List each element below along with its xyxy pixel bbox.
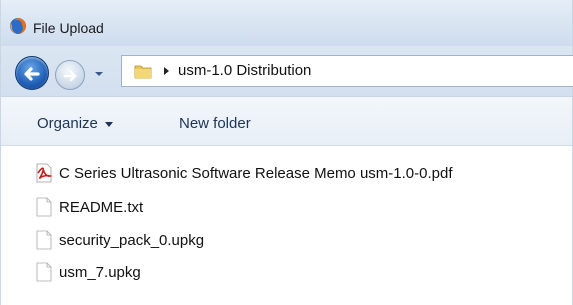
pdf-file-icon [36,163,53,183]
file-name: README.txt [59,198,144,216]
new-folder-button[interactable]: New folder [179,115,251,132]
folder-icon [134,65,152,79]
file-item[interactable]: security_pack_0.upkg [35,228,204,252]
file-name: security_pack_0.upkg [59,231,205,249]
recent-pages-dropdown-icon[interactable] [91,66,107,82]
organize-button[interactable]: Organize [37,115,114,132]
file-upload-dialog: File Upload usm-1.0 Distribution Organiz… [0,0,573,305]
file-name: C Series Ultrasonic Software Release Mem… [59,164,453,182]
generic-file-icon [36,262,52,282]
generic-file-icon [36,230,52,250]
organize-label: Organize [37,115,98,132]
text-file-icon [36,197,52,217]
window-title: File Upload [33,20,104,36]
breadcrumb-chevron-icon[interactable] [161,66,171,76]
back-arrow-icon [24,67,40,81]
firefox-icon [10,18,26,34]
file-name: usm_7.upkg [59,263,141,281]
back-button[interactable] [15,56,49,90]
file-item[interactable]: usm_7.upkg [35,260,141,284]
forward-arrow-icon [63,70,77,82]
breadcrumb-folder-label[interactable]: usm-1.0 Distribution [178,62,311,79]
file-item[interactable]: README.txt [35,195,143,219]
file-item[interactable]: C Series Ultrasonic Software Release Mem… [35,161,453,185]
forward-button[interactable] [55,60,85,90]
chevron-down-icon [104,121,113,127]
